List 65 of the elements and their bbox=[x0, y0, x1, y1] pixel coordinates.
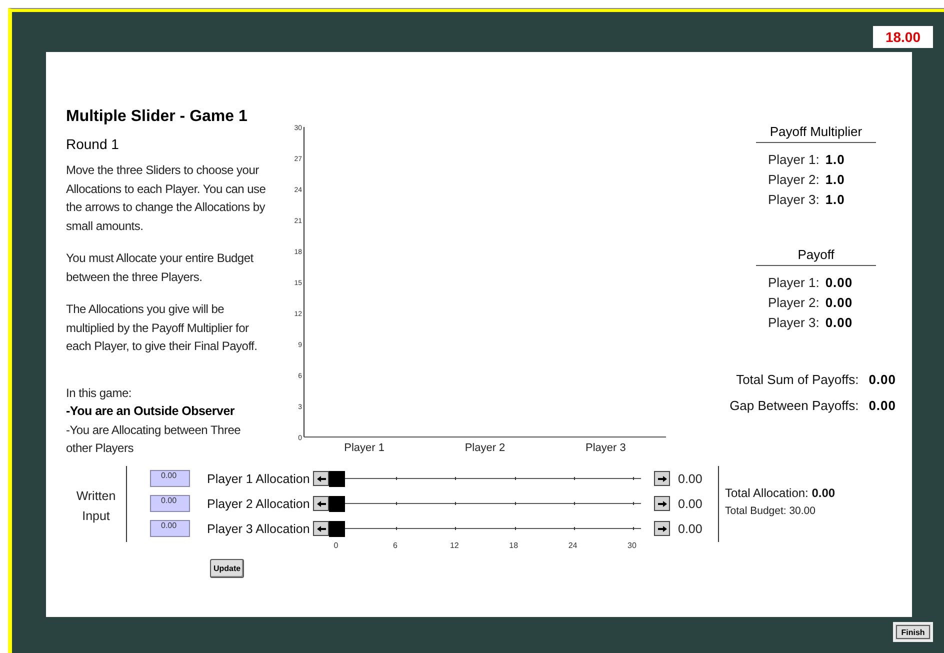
allocation-value: 0.00 bbox=[678, 472, 704, 486]
category-label: Player 3 bbox=[585, 442, 626, 454]
slider-left-button[interactable] bbox=[313, 521, 329, 536]
scale-label: 24 bbox=[568, 541, 578, 550]
section-heading: Payoff Multiplier bbox=[756, 124, 876, 143]
player-value: 1.0 bbox=[825, 192, 845, 206]
player-label: Player 3: bbox=[768, 192, 820, 206]
round-label: Round 1 bbox=[66, 135, 120, 153]
player-label: Player 1: bbox=[768, 152, 820, 166]
slider-thumb[interactable] bbox=[329, 470, 345, 486]
total-value: 0.00 bbox=[868, 398, 896, 412]
total-label: Total Sum of Payoffs: bbox=[736, 372, 859, 386]
allocation-label: Player 2 Allocation bbox=[207, 496, 308, 510]
total-budget: Total Budget: 30.00 bbox=[725, 505, 816, 517]
allocation-input[interactable]: 0.00 bbox=[150, 520, 190, 537]
player-label: Player 2: bbox=[768, 172, 820, 186]
written-input-label: Written Input bbox=[75, 488, 117, 525]
allocation-input[interactable]: 0.00 bbox=[150, 495, 190, 512]
player-label: Player 3: bbox=[768, 314, 820, 330]
instruction-text: The Allocations you give will be multiplied by the Payoff Multiplier for each Player, to give their Final Payoff. bbox=[66, 301, 258, 355]
total-label: Gap Between Payoffs: bbox=[730, 398, 859, 412]
scale-label: 30 bbox=[628, 541, 636, 550]
arrow-left-icon bbox=[316, 474, 326, 482]
scale-label: 0 bbox=[334, 541, 338, 550]
player-value: 1.0 bbox=[825, 172, 845, 186]
arrow-left-icon bbox=[316, 524, 326, 532]
instruction-text: Move the three Sliders to choose your Allocations to each Player. You can use the arrows to change the Allocations by small amounts. bbox=[66, 162, 267, 234]
scale-label: 6 bbox=[392, 541, 398, 550]
arrow-left-icon bbox=[316, 500, 326, 508]
update-button[interactable]: Update bbox=[210, 559, 244, 578]
slider-right-button[interactable] bbox=[654, 471, 670, 486]
allocation-label: Player 3 Allocation bbox=[207, 522, 308, 536]
player-value: 0.00 bbox=[825, 294, 853, 310]
finish-button[interactable]: Finish bbox=[893, 622, 933, 642]
game-info-line: -You are Allocating between Three other Players bbox=[66, 422, 242, 457]
arrow-right-icon bbox=[656, 524, 668, 532]
category-label: Player 1 bbox=[344, 442, 385, 454]
scale-label: 18 bbox=[509, 541, 518, 550]
arrow-right-icon bbox=[656, 500, 668, 508]
player-value: 0.00 bbox=[825, 274, 853, 290]
game-title: Multiple Slider - Game 1 bbox=[66, 107, 248, 127]
slider-right-button[interactable] bbox=[654, 496, 670, 511]
total-allocation: Total Allocation: 0.00 bbox=[725, 486, 836, 500]
arrow-right-icon bbox=[656, 474, 668, 482]
game-info-heading: In this game: bbox=[66, 384, 132, 402]
allocation-label: Player 1 Allocation bbox=[207, 472, 308, 486]
slider-thumb[interactable] bbox=[329, 520, 345, 536]
allocation-value: 0.00 bbox=[678, 496, 704, 510]
timer: 18.00 bbox=[873, 26, 933, 48]
slider-left-button[interactable] bbox=[313, 496, 329, 511]
slider-thumb[interactable] bbox=[329, 496, 345, 512]
player-label: Player 2: bbox=[768, 294, 820, 310]
allocation-value: 0.00 bbox=[678, 522, 704, 536]
player-value: 0.00 bbox=[825, 314, 853, 330]
slider-right-button[interactable] bbox=[654, 521, 670, 536]
slider-left-button[interactable] bbox=[313, 471, 329, 486]
instruction-text: You must Allocate your entire Budget between the three Players. bbox=[66, 250, 254, 286]
category-label: Player 2 bbox=[464, 442, 506, 454]
player-label: Player 1: bbox=[768, 274, 820, 290]
total-value: 0.00 bbox=[868, 372, 896, 386]
game-info-line: -You are an Outside Observer bbox=[66, 403, 236, 420]
section-heading: Payoff bbox=[756, 247, 876, 266]
scale-label: 12 bbox=[450, 541, 459, 550]
player-value: 1.0 bbox=[825, 152, 845, 166]
allocation-input[interactable]: 0.00 bbox=[150, 470, 190, 487]
